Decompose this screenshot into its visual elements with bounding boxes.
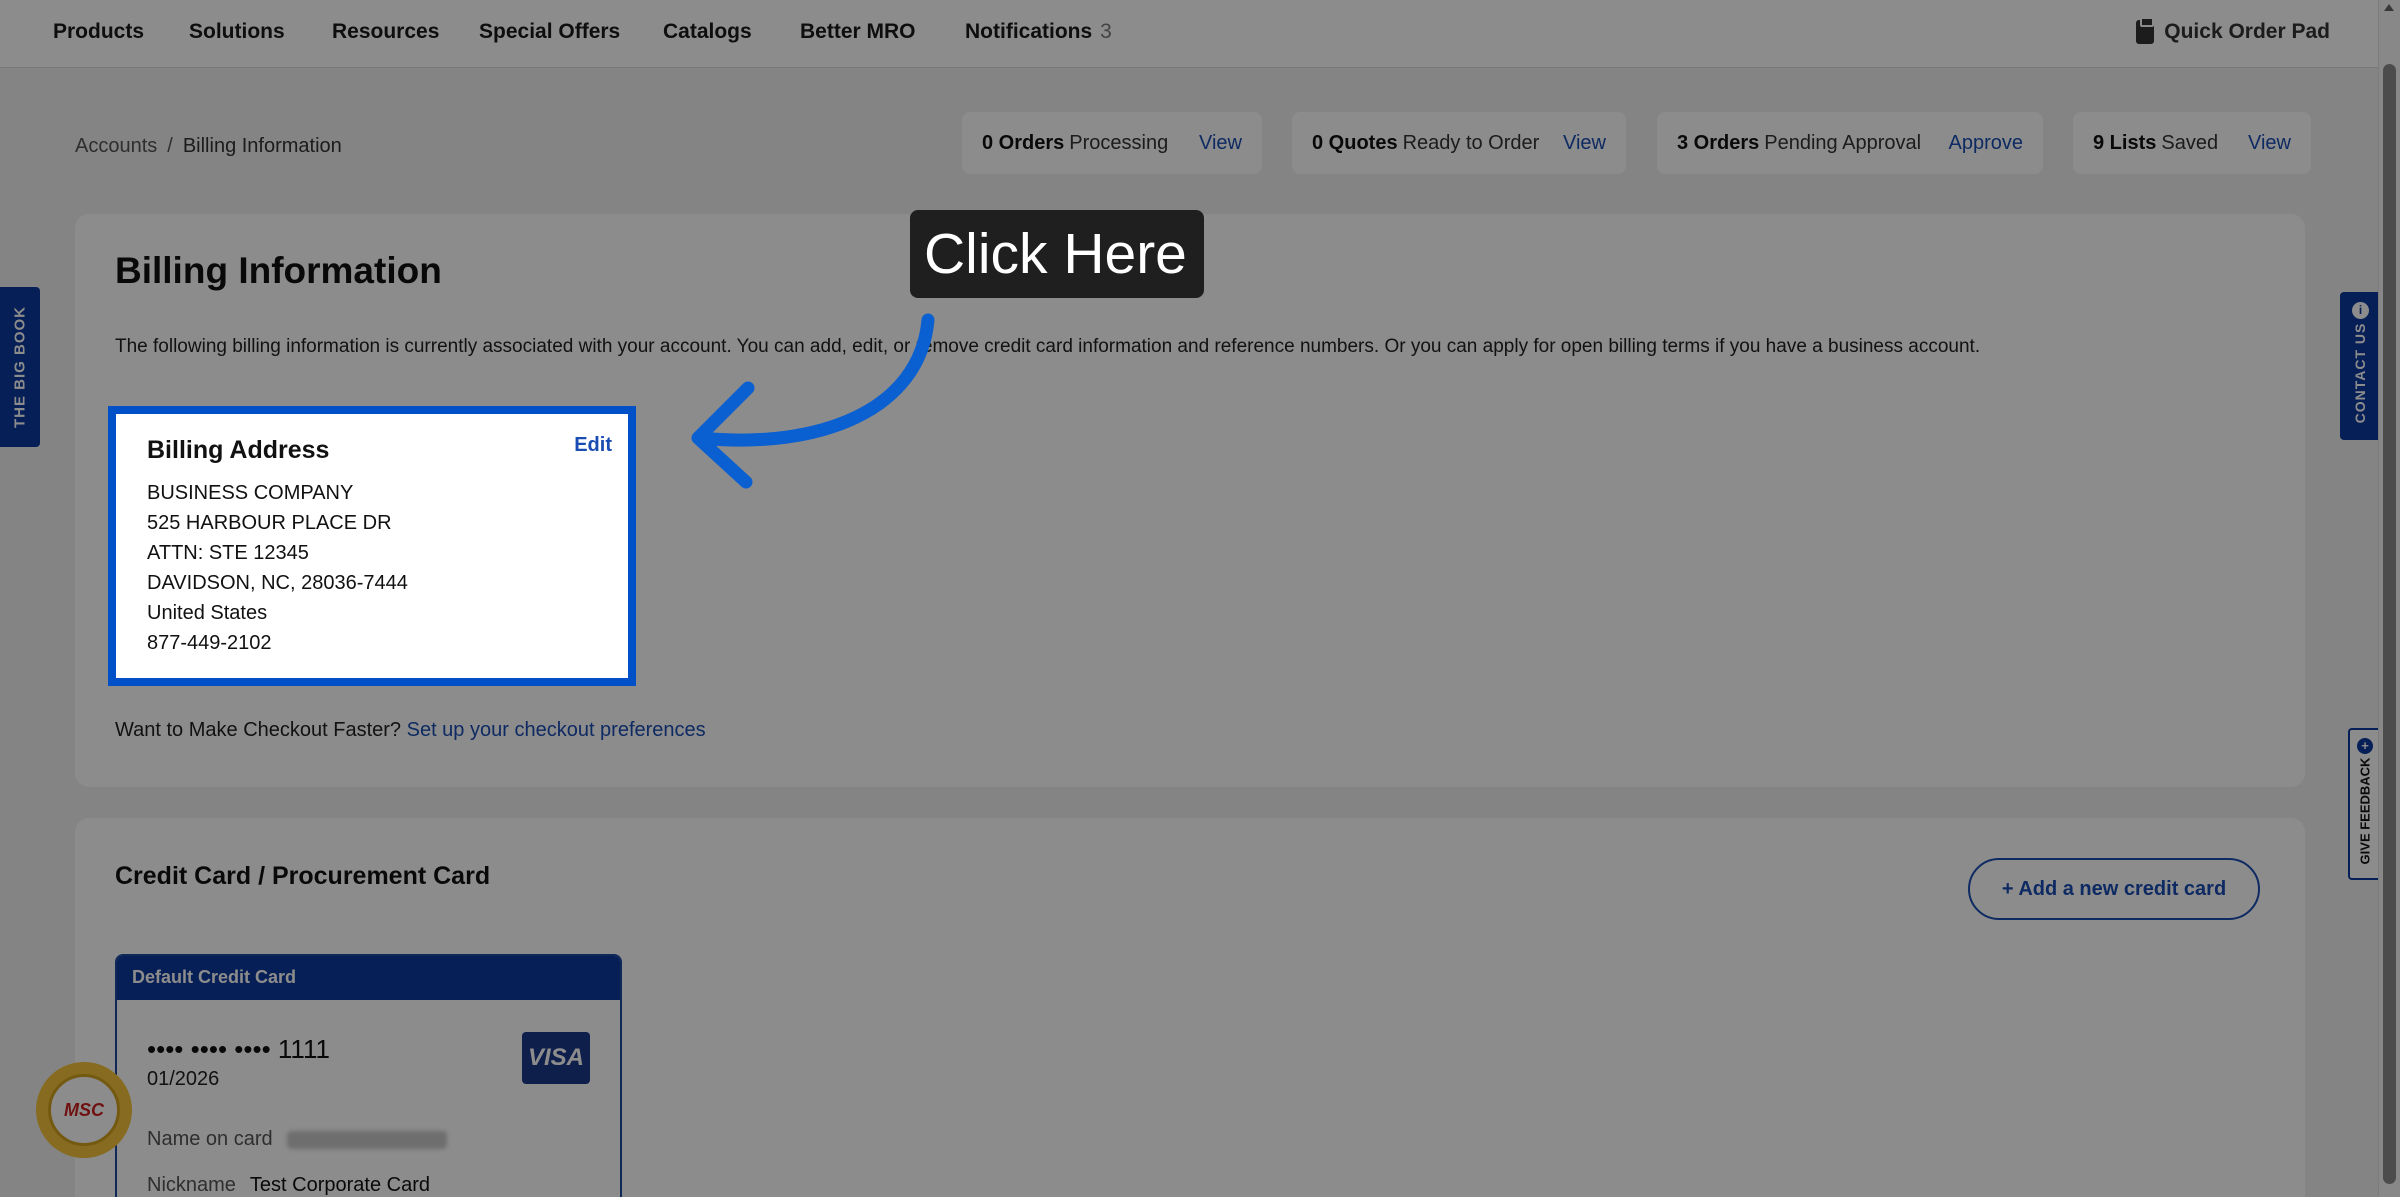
nav-solutions[interactable]: Solutions xyxy=(189,20,285,44)
click-here-tooltip: Click Here xyxy=(910,210,1204,298)
msc-chat-button[interactable]: MSC xyxy=(36,1062,132,1158)
summary-label: Ready to Order xyxy=(1402,131,1540,154)
summary-count: 0 Orders xyxy=(982,131,1065,154)
card-name-row: Name on card xyxy=(147,1128,447,1151)
card-nickname-row: Nickname Test Corporate Card xyxy=(147,1174,430,1197)
credit-card-title: Credit Card / Procurement Card xyxy=(115,862,491,890)
billing-address-title: Billing Address xyxy=(147,436,330,464)
nav-resources[interactable]: Resources xyxy=(332,20,439,44)
visa-logo: VISA xyxy=(522,1032,590,1084)
edit-billing-address-link[interactable]: Edit xyxy=(574,434,612,457)
checkout-prompt: Want to Make Checkout Faster? xyxy=(115,719,402,741)
summary-orders-pending: 3 Orders Pending Approval Approve xyxy=(1657,112,2043,174)
contact-us-label: CONTACT US xyxy=(2352,323,2368,424)
breadcrumb-current: Billing Information xyxy=(182,135,342,157)
nickname-value: Test Corporate Card xyxy=(249,1174,430,1196)
summary-count: 0 Quotes xyxy=(1312,131,1398,154)
summary-orders-processing: 0 Orders Processing View xyxy=(962,112,1262,174)
summary-quotes-ready: 0 Quotes Ready to Order View xyxy=(1292,112,1626,174)
nav-notifications-label: Notifications xyxy=(965,20,1093,43)
view-lists-link[interactable]: View xyxy=(2248,132,2291,155)
page-title: Billing Information xyxy=(115,250,442,291)
address-line: DAVIDSON, NC, 28036-7444 xyxy=(147,572,408,594)
nav-catalogs[interactable]: Catalogs xyxy=(663,20,752,44)
summary-lists-saved: 9 Lists Saved View xyxy=(2073,112,2311,174)
billing-intro-text: The following billing information is cur… xyxy=(115,336,1981,357)
big-book-label: THE BIG BOOK xyxy=(11,305,29,429)
quick-order-pad-label: Quick Order Pad xyxy=(2164,20,2330,43)
address-line: ATTN: STE 12345 xyxy=(147,542,309,564)
curved-arrow-icon xyxy=(691,313,935,489)
info-icon: i xyxy=(2352,302,2369,319)
address-line: 525 HARBOUR PLACE DR xyxy=(147,512,392,534)
scroll-up-arrow-icon[interactable] xyxy=(2384,4,2394,11)
give-feedback-tab[interactable]: + GIVE FEEDBACK xyxy=(2348,728,2380,880)
summary-label: Saved xyxy=(2161,131,2219,154)
card-number: •••• •••• •••• 1111 xyxy=(147,1034,330,1064)
approve-orders-link[interactable]: Approve xyxy=(1949,132,2024,155)
notifications-count: 3 xyxy=(1100,20,1112,43)
address-line: United States xyxy=(147,602,268,624)
card-expiry: 01/2026 xyxy=(147,1068,220,1090)
breadcrumb: Accounts / Billing Information xyxy=(75,135,342,158)
view-quotes-link[interactable]: View xyxy=(1563,132,1606,155)
msc-logo: MSC xyxy=(48,1074,120,1146)
plus-icon: + xyxy=(2357,738,2373,754)
name-on-card-label: Name on card xyxy=(147,1128,273,1150)
billing-address-card: Billing Address Edit BUSINESS COMPANY 52… xyxy=(108,406,636,686)
top-navigation: Products Solutions Resources Special Off… xyxy=(0,0,2400,68)
summary-count: 3 Orders xyxy=(1677,131,1760,154)
default-card-label: Default Credit Card xyxy=(117,956,620,1000)
view-orders-link[interactable]: View xyxy=(1199,132,1242,155)
summary-count: 9 Lists xyxy=(2093,131,2157,154)
page-scrollbar[interactable] xyxy=(2378,0,2400,1197)
quick-order-pad-button[interactable]: Quick Order Pad xyxy=(2136,17,2330,44)
big-book-tab[interactable]: THE BIG BOOK xyxy=(0,287,40,447)
nav-special-offers[interactable]: Special Offers xyxy=(479,20,620,44)
address-line: 877-449-2102 xyxy=(147,632,272,654)
address-line: BUSINESS COMPANY xyxy=(147,482,354,504)
checkout-preferences-row: Want to Make Checkout Faster? Set up you… xyxy=(115,719,706,742)
nav-notifications[interactable]: Notifications 3 xyxy=(965,20,1112,44)
nav-better-mro[interactable]: Better MRO xyxy=(800,20,916,44)
default-credit-card: Default Credit Card •••• •••• •••• 1111 … xyxy=(115,954,622,1197)
checkout-preferences-link[interactable]: Set up your checkout preferences xyxy=(407,719,706,741)
add-credit-card-button[interactable]: + Add a new credit card xyxy=(1968,858,2260,920)
nav-products[interactable]: Products xyxy=(53,20,144,44)
clipboard-icon xyxy=(2136,17,2155,44)
give-feedback-label: GIVE FEEDBACK xyxy=(2357,757,2373,865)
breadcrumb-accounts[interactable]: Accounts xyxy=(75,135,157,157)
summary-label: Pending Approval xyxy=(1764,131,1922,154)
nickname-label: Nickname xyxy=(147,1174,236,1196)
credit-card-panel: Credit Card / Procurement Card + Add a n… xyxy=(75,818,2305,1197)
breadcrumb-separator: / xyxy=(167,135,173,157)
name-on-card-value xyxy=(286,1130,447,1149)
summary-label: Processing xyxy=(1069,131,1169,154)
scroll-thumb[interactable] xyxy=(2383,64,2396,1184)
billing-address-lines: BUSINESS COMPANY 525 HARBOUR PLACE DR AT… xyxy=(147,478,408,658)
contact-us-tab[interactable]: i CONTACT US xyxy=(2340,292,2380,440)
